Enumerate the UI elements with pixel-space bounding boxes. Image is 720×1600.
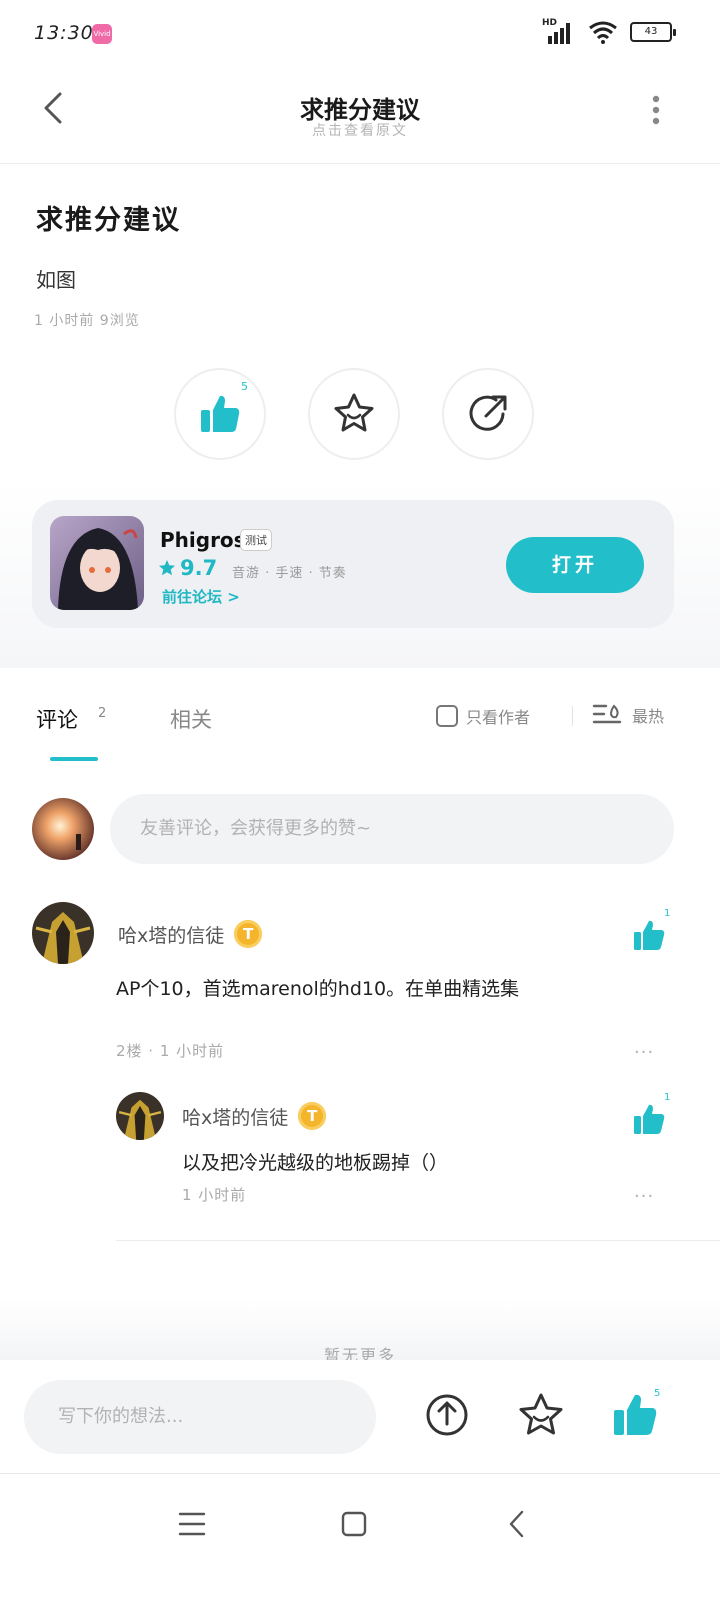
author-only-label: 只看作者 xyxy=(466,708,531,727)
bottom-like-count: 5 xyxy=(654,1388,661,1399)
home-square-icon[interactable] xyxy=(334,1504,374,1544)
post-body: 如图 xyxy=(36,268,76,292)
coin-badge-icon: T xyxy=(234,920,263,948)
favorite-button[interactable] xyxy=(308,368,400,460)
reply-input[interactable]: 写下你的想法... xyxy=(24,1380,376,1454)
post-actions: 5 xyxy=(174,368,534,460)
app-notification-icon: Vivid xyxy=(92,24,112,44)
bottom-action-bar: 写下你的想法... 5 xyxy=(0,1360,720,1474)
nav-back-icon[interactable] xyxy=(498,1504,538,1544)
tab-related[interactable]: 相关 xyxy=(170,704,212,734)
open-game-button[interactable]: 打开 xyxy=(506,537,644,593)
game-test-tag: 测试 xyxy=(240,529,272,551)
game-name: Phigros xyxy=(160,528,246,552)
status-bar: 13:30 Vivid HD 43 xyxy=(0,0,720,70)
menu-lines-icon[interactable] xyxy=(172,1504,212,1544)
comment-input[interactable]: 友善评论，会获得更多的赞~ xyxy=(110,794,674,864)
status-indicators: HD 43 xyxy=(542,18,676,44)
more-options-icon[interactable] xyxy=(648,94,664,126)
game-cover-image[interactable] xyxy=(50,516,144,610)
comment-tabs: 评论 2 相关 只看作者 最热 xyxy=(0,700,720,770)
reply-like-icon[interactable] xyxy=(632,1102,666,1136)
star-face-icon xyxy=(334,393,374,432)
active-tab-indicator xyxy=(50,757,98,761)
comment-author-name: 哈x塔的信徒 xyxy=(118,924,225,947)
reply-avatar[interactable] xyxy=(116,1092,164,1140)
comment-text: AP个10，首选marenol的hd10。在单曲精选集 xyxy=(116,978,520,1000)
reply-text: 以及把冷光越级的地板踢掉（） xyxy=(182,1152,449,1174)
coin-badge-icon: T xyxy=(298,1102,327,1130)
reply-author[interactable]: 哈x塔的信徒 T xyxy=(182,1102,327,1130)
status-time: 13:30 xyxy=(34,22,94,44)
system-nav-bar xyxy=(0,1474,720,1600)
reply-divider xyxy=(116,1240,720,1241)
game-card[interactable]: Phigros 测试 9.7 音游 · 手速 · 节奏 前往论坛 > 打开 xyxy=(32,500,674,628)
tab-comments[interactable]: 评论 xyxy=(36,704,78,734)
reply-meta: 1 小时前 xyxy=(182,1186,247,1204)
wifi-icon xyxy=(589,21,617,44)
network-label: HD xyxy=(542,18,558,28)
reply-like-count: 1 xyxy=(664,1092,671,1103)
like-count: 5 xyxy=(241,380,248,393)
thumbs-up-icon[interactable] xyxy=(610,1390,660,1440)
battery-icon: 43 xyxy=(630,22,676,42)
reply-more-icon[interactable]: ··· xyxy=(634,1186,654,1207)
commenter-avatar[interactable] xyxy=(32,902,94,964)
thumbs-up-icon xyxy=(201,395,240,432)
my-avatar[interactable] xyxy=(32,798,94,860)
view-original-link[interactable]: 点击查看原文 xyxy=(0,120,720,140)
post-title: 求推分建议 xyxy=(36,205,181,236)
sort-lines-icon xyxy=(592,704,622,724)
star-icon xyxy=(159,560,175,576)
divider xyxy=(572,706,573,726)
comment-like-icon[interactable] xyxy=(632,918,666,952)
reply-author-name: 哈x塔的信徒 xyxy=(182,1106,289,1129)
comment-author[interactable]: 哈x塔的信徒 T xyxy=(118,920,263,948)
game-genres: 音游 · 手速 · 节奏 xyxy=(232,566,347,581)
share-button[interactable] xyxy=(442,368,534,460)
comment-more-icon[interactable]: ··· xyxy=(634,1042,654,1063)
top-header: 求推分建议 点击查看原文 xyxy=(0,70,720,164)
comment-like-count: 1 xyxy=(664,908,671,919)
author-only-checkbox[interactable] xyxy=(436,705,458,727)
upload-icon[interactable] xyxy=(422,1390,472,1440)
favorite-icon[interactable] xyxy=(516,1390,566,1440)
sort-label: 最热 xyxy=(632,707,665,726)
share-arrow-icon xyxy=(469,395,507,431)
comment-meta: 2楼 · 1 小时前 xyxy=(116,1042,225,1060)
forum-link[interactable]: 前往论坛 > xyxy=(162,586,240,607)
game-rating: 9.7 xyxy=(158,556,217,580)
author-only-toggle[interactable]: 只看作者 xyxy=(436,704,530,728)
sort-button[interactable]: 最热 xyxy=(592,702,664,728)
signal-icon: HD xyxy=(542,18,576,44)
post-meta: 1 小时前 9浏览 xyxy=(34,313,140,329)
comments-count: 2 xyxy=(98,706,107,721)
rating-value: 9.7 xyxy=(180,556,218,580)
like-button[interactable]: 5 xyxy=(174,368,266,460)
